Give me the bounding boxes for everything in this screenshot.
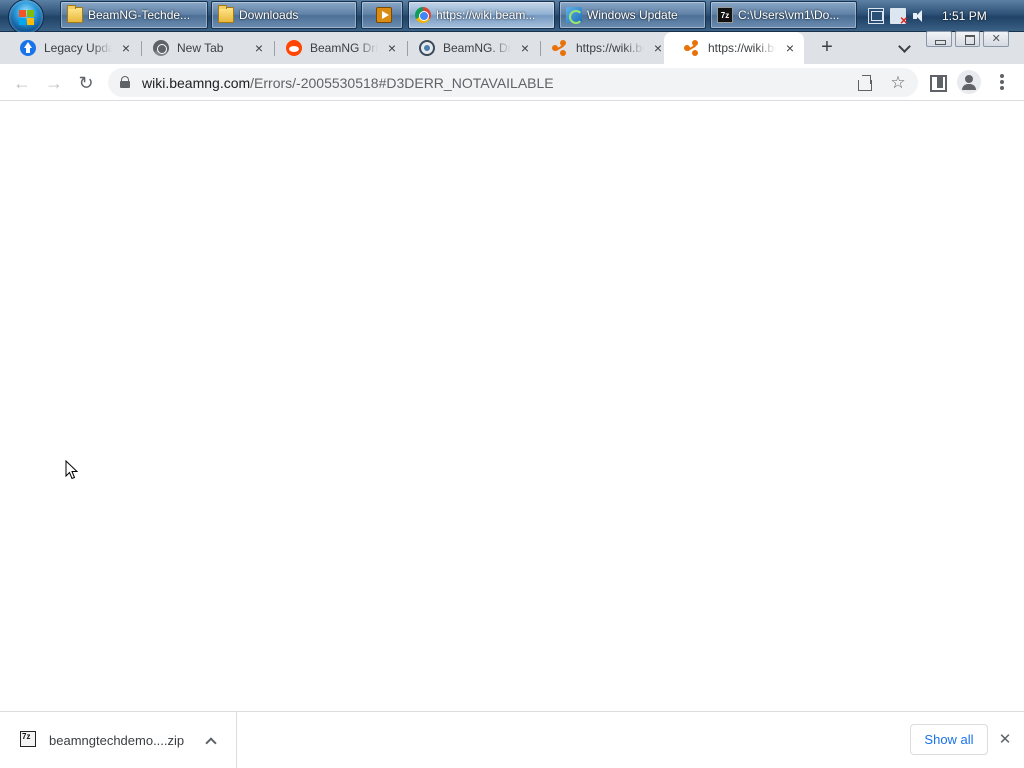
taskbar-button-label: C:\Users\vm1\Do... [738,8,840,22]
taskbar-button-media-player[interactable] [361,1,403,29]
volume-icon[interactable] [912,8,928,24]
taskbar-button-chrome[interactable]: https://wiki.beam... [408,1,555,29]
tab-search-chevron-icon[interactable] [895,38,915,58]
download-filename: beamngtechdemo....zip [49,733,185,748]
forward-button[interactable]: → [41,70,67,96]
mouse-cursor-icon [65,460,79,480]
folder-icon [67,5,83,23]
legacy-update-favicon-icon [20,40,36,56]
windows-logo-icon [19,10,35,26]
url-path: /Errors/-2005530518#D3DERR_NOTAVAILABLE [250,75,554,91]
side-panel-icon[interactable] [925,70,949,94]
download-shelf: beamngtechdemo....zip Show all ✕ [0,711,1024,768]
show-all-downloads-button[interactable]: Show all [910,724,988,755]
tab-title: BeamNG. Drive [443,41,511,55]
taskbar-button-windows-update[interactable]: Windows Update [559,1,706,29]
window-controls [926,31,1012,48]
close-window-button[interactable] [983,31,1010,47]
reddit-favicon-icon [286,40,302,56]
start-button[interactable] [8,0,44,35]
tab-beamng-drive[interactable]: BeamNG. Drive × [399,32,539,64]
tab-close-icon[interactable]: × [118,40,134,56]
taskbar-button-beamng-folder[interactable]: BeamNG-Techde... [60,1,208,29]
network-icon[interactable] [868,8,884,24]
wiki-favicon-icon [552,40,568,56]
chrome-icon [415,7,431,23]
maximize-button[interactable] [954,31,981,47]
tab-title: Legacy Update [44,41,112,55]
windows-taskbar: BeamNG-Techde... Downloads https://wiki.… [0,0,1024,35]
download-item[interactable]: beamngtechdemo....zip [0,712,237,768]
taskbar-button-label: Windows Update [587,8,678,22]
taskbar-button-label: Downloads [239,8,299,22]
new-tab-button[interactable]: + [815,36,839,60]
address-bar[interactable]: wiki.beamng.com/Errors/-2005530518#D3DER… [108,68,918,97]
close-download-shelf-icon[interactable]: ✕ [996,731,1014,749]
download-options-chevron-icon[interactable] [204,734,218,748]
media-player-icon [376,7,392,23]
chrome-newtab-favicon-icon [153,40,169,56]
tab-close-icon[interactable]: × [782,40,798,56]
tab-new-tab[interactable]: New Tab × [133,32,273,64]
system-clock[interactable]: 1:51 PM [942,9,987,23]
action-center-flag-icon[interactable] [890,8,908,27]
tab-reddit-beamng[interactable]: BeamNG Drive × [266,32,406,64]
bookmark-star-icon[interactable]: ☆ [889,74,907,92]
back-button[interactable]: ← [9,70,35,96]
url-text[interactable]: wiki.beamng.com/Errors/-2005530518#D3DER… [142,75,554,91]
tab-title: https://wiki.beamng.com [576,41,644,55]
tab-close-icon[interactable]: × [251,40,267,56]
7zip-archive-icon [20,731,36,747]
screen: BeamNG-Techde... Downloads https://wiki.… [0,0,1024,768]
more-menu-icon[interactable] [990,70,1014,94]
taskbar-button-downloads[interactable]: Downloads [211,1,357,29]
downloads-folder-icon [218,5,234,23]
tab-strip: Legacy Update × New Tab × BeamNG Drive ×… [0,32,1024,64]
tab-title: BeamNG Drive [310,41,378,55]
tab-wiki-beamng-active[interactable]: https://wiki.beamng.com × [664,32,804,64]
page-content [0,101,1024,711]
windows-update-icon [566,7,583,24]
wiki-favicon-icon [684,40,700,56]
taskbar-button-label: BeamNG-Techde... [88,8,191,22]
lock-icon[interactable] [120,76,130,88]
profile-avatar-icon[interactable] [957,70,981,94]
tab-close-icon[interactable]: × [517,40,533,56]
browser-toolbar: ← → ↻ wiki.beamng.com/Errors/-2005530518… [0,64,1024,101]
taskbar-button-7zip[interactable]: 7z C:\Users\vm1\Do... [710,1,857,29]
tab-close-icon[interactable]: × [384,40,400,56]
taskbar-button-label: https://wiki.beam... [436,8,536,22]
share-icon[interactable] [856,74,874,92]
system-tray: 1:51 PM [862,0,1024,32]
tab-title: https://wiki.beamng.com [708,41,776,55]
tab-legacy-update[interactable]: Legacy Update × [0,32,140,64]
url-host: wiki.beamng.com [142,75,251,91]
7zip-icon: 7z [717,7,733,23]
reload-button[interactable]: ↻ [73,70,99,96]
beamng-favicon-icon [419,40,435,56]
minimize-button[interactable] [926,31,952,47]
tab-title: New Tab [177,41,224,55]
tab-wiki-beamng[interactable]: https://wiki.beamng.com × [532,32,672,64]
